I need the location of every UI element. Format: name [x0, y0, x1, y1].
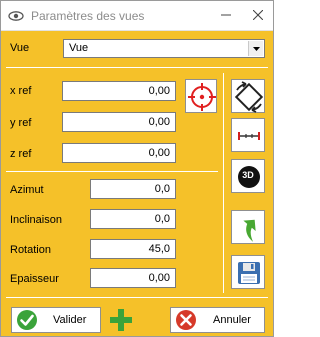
save-icon	[238, 262, 260, 284]
x-ref-label: x ref	[10, 85, 32, 97]
green-arrow-up-icon	[243, 219, 256, 242]
x-ref-field[interactable]: 0,00	[62, 81, 176, 101]
y-ref-field[interactable]: 0,00	[62, 112, 176, 132]
rotate-view-button[interactable]	[231, 79, 265, 113]
view-label: Vue	[10, 42, 30, 54]
eye-icon	[8, 10, 24, 22]
azimuth-field[interactable]: 0,0	[90, 179, 176, 199]
rotate-view-icon	[234, 81, 264, 113]
window-title: Paramètres des vues	[31, 9, 145, 23]
rotation-field[interactable]: 45,0	[90, 239, 176, 259]
thickness-label: Epaisseur	[10, 273, 59, 285]
z-ref-field[interactable]: 0,00	[62, 143, 176, 163]
cancel-button[interactable]: Annuler	[170, 307, 265, 333]
ruler-icon	[238, 132, 260, 140]
apply-up-button[interactable]	[231, 210, 265, 244]
minimize-icon	[221, 14, 231, 16]
check-icon	[17, 310, 37, 330]
inclination-label: Inclinaison	[10, 214, 62, 226]
3d-view-button[interactable]: 3D	[231, 159, 265, 193]
save-button[interactable]	[231, 255, 265, 289]
view-select-value: Vue	[69, 42, 89, 54]
cancel-label: Annuler	[213, 314, 251, 326]
z-ref-label: z ref	[10, 148, 32, 160]
divider	[6, 171, 218, 172]
pick-point-button[interactable]	[185, 79, 217, 113]
inclination-field[interactable]: 0,0	[90, 209, 176, 229]
y-ref-label: y ref	[10, 117, 32, 129]
minimize-button[interactable]	[211, 1, 241, 30]
divider	[6, 67, 268, 68]
divider	[6, 297, 268, 298]
title-bar: Paramètres des vues	[1, 1, 273, 31]
cancel-icon	[176, 310, 196, 330]
view-settings-dialog: Paramètres des vues Vue Vue x ref 0,00 y…	[0, 0, 274, 337]
view-select[interactable]: Vue	[63, 39, 265, 58]
thickness-field[interactable]: 0,00	[90, 268, 176, 288]
close-button[interactable]	[243, 1, 273, 30]
measure-button[interactable]	[231, 118, 265, 152]
chevron-down-icon[interactable]	[248, 41, 263, 56]
validate-label: Valider	[53, 314, 87, 326]
3d-label: 3D	[242, 170, 254, 180]
close-icon	[253, 10, 263, 20]
target-icon	[188, 83, 216, 111]
azimuth-label: Azimut	[10, 184, 44, 196]
divider	[223, 73, 224, 293]
plus-icon	[110, 309, 132, 331]
add-button[interactable]	[109, 307, 133, 333]
rotation-label: Rotation	[10, 244, 51, 256]
validate-button[interactable]: Valider	[11, 307, 101, 333]
